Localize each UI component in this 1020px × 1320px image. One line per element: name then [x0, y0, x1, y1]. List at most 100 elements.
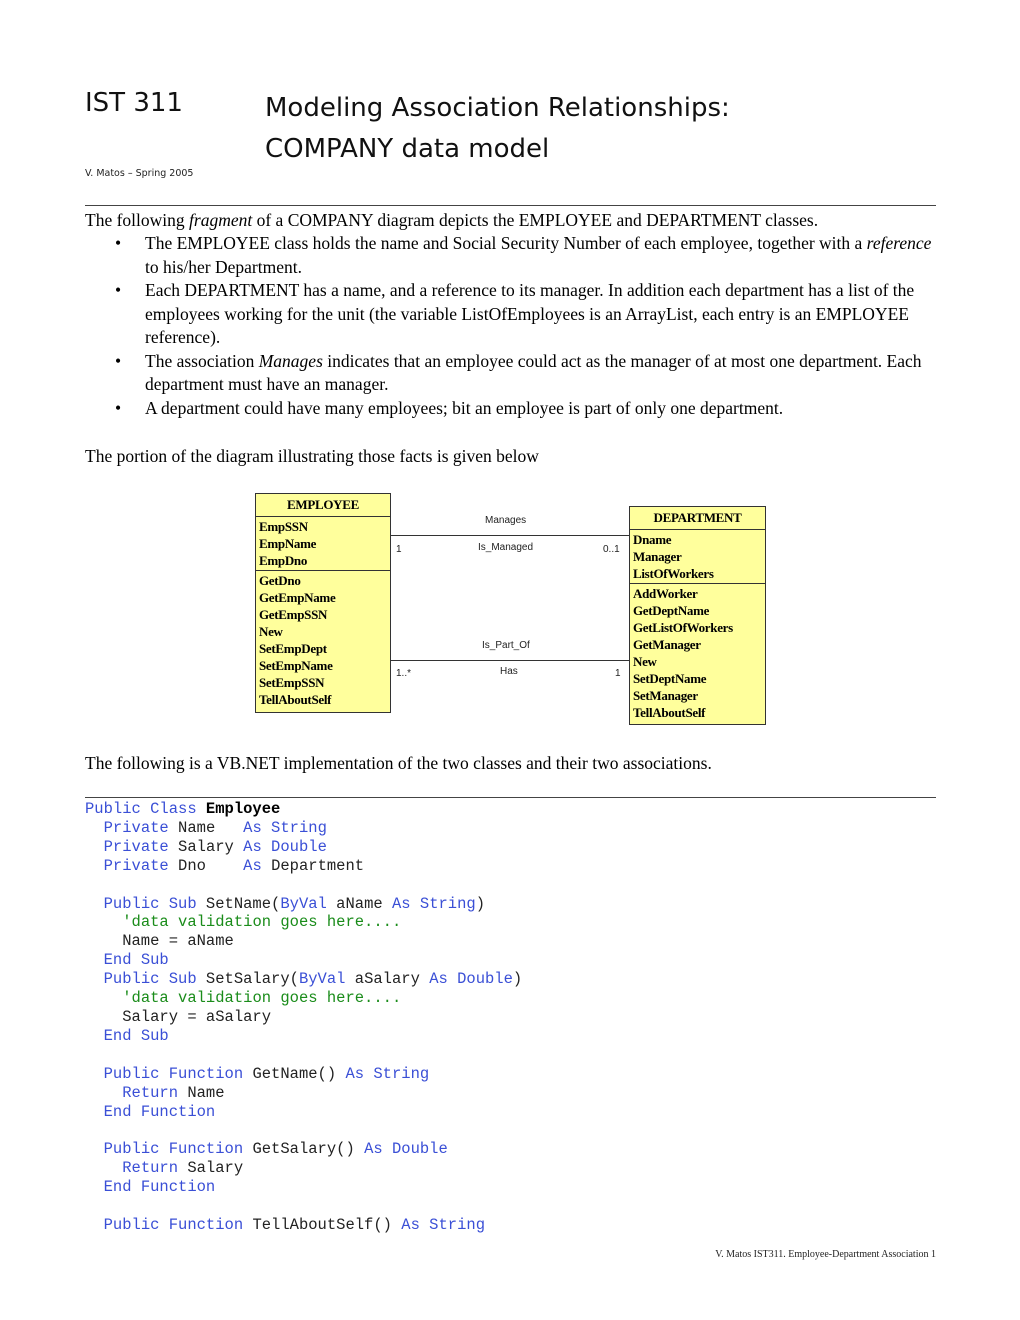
bullet-icon: •	[115, 233, 122, 253]
diagram-intro: The portion of the diagram illustrating …	[85, 446, 539, 466]
department-class-box: DEPARTMENT Dname Manager ListOfWorkers Add…	[629, 506, 766, 725]
code-keyword: Public Class	[85, 800, 206, 818]
code-keyword: As Double	[429, 970, 513, 989]
class-method: SetEmpSSN	[259, 675, 325, 690]
intro-text: The following	[85, 210, 190, 230]
code-line: Public Sub SetSalary(ByVal aSalary As Do…	[85, 970, 523, 989]
code-keyword: End Function	[103, 1178, 216, 1197]
text: The association	[145, 350, 259, 371]
code-text: Salary = aSalary	[85, 1007, 272, 1026]
code-comment: 'data validation goes here....	[122, 989, 402, 1008]
code-keyword: Return	[122, 1083, 179, 1102]
code-text: Salary	[168, 837, 244, 856]
code-keyword: ByVal	[298, 970, 346, 989]
code-comment: 'data validation goes here....	[122, 913, 402, 932]
code-keyword: Public Function	[103, 1140, 244, 1159]
code-line: End Sub	[85, 951, 522, 970]
manages-association-line	[390, 535, 629, 536]
text: Each DEPARTMENT has a name, and a refere…	[145, 280, 915, 347]
code-keyword: Private	[103, 856, 169, 875]
code-keyword: End Sub	[103, 1026, 169, 1045]
class-method: AddWorker	[633, 586, 698, 601]
code-line: 'data validation goes here....	[85, 913, 522, 932]
code-keyword: Private	[103, 818, 169, 837]
class-attribute: EmpDno	[259, 553, 308, 568]
code-keyword: As String	[243, 818, 327, 837]
class-method: SetEmpDept	[259, 641, 327, 656]
intro-paragraph: The following fragment of a COMPANY diag…	[85, 209, 945, 233]
class-attribute: Manager	[633, 549, 682, 564]
code-text: TellAboutSelf()	[243, 1215, 402, 1234]
fact-list: • The EMPLOYEE class holds the name and S…	[85, 232, 945, 420]
attributes-section: Dname Manager ListOfWorkers	[630, 530, 765, 583]
code-class-name: Employee	[205, 800, 281, 818]
code-text: )	[475, 894, 486, 913]
fact-list-item: • Each DEPARTMENT has a name, and a refer…	[85, 279, 945, 350]
code-keyword: Public Sub	[103, 970, 197, 989]
code-line: Public Sub SetName(ByVal aName As String…	[85, 895, 522, 914]
class-method: GetEmpSSN	[259, 607, 328, 622]
code-keyword: Private	[103, 837, 169, 856]
code-line: Private Salary As Double	[85, 838, 522, 857]
code-keyword: As String	[345, 1064, 430, 1083]
course-code: IST 311	[85, 88, 183, 118]
class-method: SetManager	[633, 688, 698, 703]
code-line: Private Dno As Department	[85, 857, 522, 876]
class-method: SetDeptName	[633, 671, 707, 686]
implementation-intro: The following is a VB.NET implementation…	[85, 753, 712, 773]
text: to his/her Department.	[145, 256, 302, 277]
bullet-icon: •	[115, 397, 122, 418]
code-line: Public Function TellAboutSelf() As Strin…	[85, 1216, 522, 1235]
code-line: Salary = aSalary	[85, 1008, 522, 1027]
class-attribute: EmpName	[259, 536, 317, 551]
class-method: GetDno	[259, 573, 301, 588]
fact-list-item: • The EMPLOYEE class holds the name and S…	[85, 232, 945, 279]
title-line-2: COMPANY data model	[265, 134, 550, 164]
class-method: TellAboutSelf	[633, 705, 706, 720]
code-text: Salary	[178, 1159, 244, 1178]
page-footer: V. Matos IST311. Employee-Department Ass…	[715, 1249, 936, 1260]
class-method: GetEmpName	[259, 590, 336, 605]
code-keyword: Public Function	[103, 1064, 244, 1083]
code-line: 'data validation goes here....	[85, 989, 522, 1008]
code-keyword: ByVal	[280, 894, 327, 913]
class-method: SetEmpName	[259, 658, 333, 673]
multiplicity: 1..*	[396, 668, 412, 679]
code-line: End Function	[85, 1103, 522, 1122]
author-line: V. Matos – Spring 2005	[85, 168, 194, 179]
text: The EMPLOYEE class holds the name and So…	[145, 233, 867, 253]
header-divider	[85, 205, 936, 206]
class-attribute: ListOfWorkers	[633, 566, 714, 581]
part-of-association-line	[390, 660, 629, 661]
bullet-icon: •	[115, 350, 122, 371]
code-text: Department	[261, 856, 365, 875]
methods-section: AddWorker GetDeptName GetListOfWorkers GetM…	[630, 583, 765, 722]
code-keyword: Return	[122, 1159, 179, 1178]
code-text: Name = aName	[85, 932, 234, 951]
code-text: SetSalary(	[196, 970, 299, 989]
code-keyword: As String	[401, 1215, 485, 1234]
code-line: Name = aName	[85, 932, 522, 951]
assoc-label: Manages	[485, 515, 527, 526]
assoc-label: Has	[500, 666, 518, 677]
code-keyword: Public Function	[103, 1215, 244, 1234]
intro-text: of a COMPANY diagram depicts the EMPLOYE…	[252, 210, 819, 230]
code-keyword: As Double	[243, 837, 327, 856]
bullet-icon: •	[115, 280, 122, 300]
code-keyword: As	[243, 856, 262, 875]
